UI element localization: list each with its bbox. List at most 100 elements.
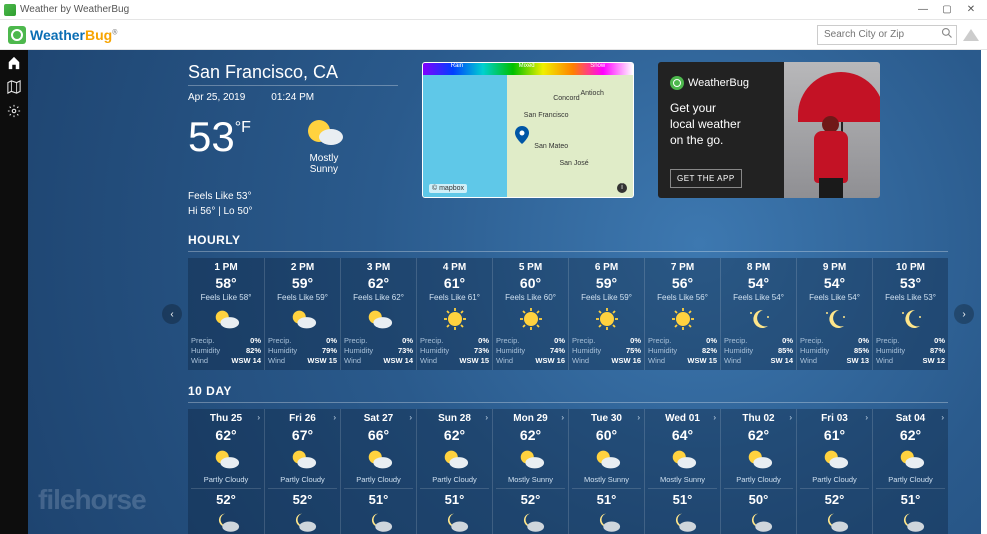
hourly-condition-icon — [724, 306, 793, 332]
hourly-condition-icon — [191, 306, 261, 332]
tenday-day-icon — [420, 446, 489, 472]
tenday-cell[interactable]: ›Thu 0262°Partly Cloudy50° — [720, 409, 796, 534]
top-row: San Francisco, CA Apr 25, 2019 01:24 PM … — [188, 50, 987, 219]
sidebar-item-home[interactable] — [7, 56, 21, 70]
hourly-cell[interactable]: 6 PM59°Feels Like 59°Precip.0%Humidity75… — [568, 258, 644, 370]
tenday-day-icon — [800, 446, 869, 472]
tenday-condition: Partly Cloudy — [191, 475, 261, 489]
chevron-right-icon: › — [637, 413, 640, 422]
hourly-prev-button[interactable]: ‹ — [162, 304, 182, 324]
tenday-cell[interactable]: ›Sat 0462°Partly Cloudy51° — [872, 409, 948, 534]
tenday-cell[interactable]: ›Sat 2766°Partly Cloudy51° — [340, 409, 416, 534]
app-icon — [4, 4, 16, 16]
tenday-cell[interactable]: ›Tue 3060°Mostly Sunny51° — [568, 409, 644, 534]
tenday-night-icon — [344, 509, 413, 534]
hourly-humidity: 73% — [474, 346, 489, 356]
tenday-night-icon — [648, 509, 717, 534]
hourly-feels-like: Feels Like 59° — [572, 293, 641, 302]
label-precip: Precip. — [876, 336, 899, 346]
tenday-low: 52° — [191, 492, 261, 507]
tenday-high: 67° — [268, 427, 337, 443]
tenday-condition: Mostly Sunny — [496, 475, 565, 489]
tenday-low: 51° — [420, 492, 489, 507]
hourly-cell[interactable]: 5 PM60°Feels Like 60°Precip.0%Humidity74… — [492, 258, 568, 370]
hourly-cell[interactable]: 4 PM61°Feels Like 61°Precip.0%Humidity73… — [416, 258, 492, 370]
hourly-wind: WSW 16 — [611, 356, 641, 366]
hourly-feels-like: Feels Like 61° — [420, 293, 489, 302]
hourly-temp: 54° — [724, 275, 793, 291]
tenday-day: Tue 30 — [572, 413, 641, 424]
tenday-cell[interactable]: ›Mon 2962°Mostly Sunny52° — [492, 409, 568, 534]
search-input[interactable] — [817, 25, 957, 45]
promo-text: Get your local weather on the go. — [670, 100, 776, 169]
promo-ad[interactable]: WeatherBug Get your local weather on the… — [658, 62, 880, 198]
tenday-night-icon — [876, 509, 945, 534]
hourly-humidity: 79% — [322, 346, 337, 356]
label-wind: Wind — [572, 356, 589, 366]
tenday-condition: Partly Cloudy — [800, 475, 869, 489]
hourly-wind: WSW 16 — [535, 356, 565, 366]
sidebar — [0, 50, 28, 534]
tenday-condition: Partly Cloudy — [268, 475, 337, 489]
tenday-cell[interactable]: ›Fri 2667°Partly Cloudy52° — [264, 409, 340, 534]
sidebar-item-settings[interactable] — [7, 104, 21, 118]
tenday-low: 51° — [572, 492, 641, 507]
label-wind: Wind — [496, 356, 513, 366]
hourly-cell[interactable]: 2 PM59°Feels Like 59°Precip.0%Humidity79… — [264, 258, 340, 370]
label-humidity: Humidity — [648, 346, 677, 356]
tenday-day: Wed 01 — [648, 413, 717, 424]
search-icon[interactable] — [941, 27, 953, 39]
map-city-label: San José — [560, 160, 589, 167]
hourly-temp: 59° — [268, 275, 337, 291]
hourly-feels-like: Feels Like 54° — [800, 293, 869, 302]
chevron-right-icon: › — [485, 413, 488, 422]
hourly-cell[interactable]: 7 PM56°Feels Like 56°Precip.0%Humidity82… — [644, 258, 720, 370]
tenday-condition: Mostly Sunny — [572, 475, 641, 489]
tenday-cell[interactable]: ›Thu 2562°Partly Cloudy52° — [188, 409, 264, 534]
hourly-cell[interactable]: 3 PM62°Feels Like 62°Precip.0%Humidity73… — [340, 258, 416, 370]
map-info-icon[interactable]: i — [617, 183, 627, 193]
label-humidity: Humidity — [420, 346, 449, 356]
window-maximize-button[interactable]: ▢ — [935, 4, 959, 15]
window-minimize-button[interactable]: — — [911, 4, 935, 15]
label-wind: Wind — [724, 356, 741, 366]
tenday-day: Fri 26 — [268, 413, 337, 424]
sidebar-item-map[interactable] — [7, 80, 21, 94]
hourly-humidity: 85% — [778, 346, 793, 356]
hourly-precip: 0% — [782, 336, 793, 346]
tenday-condition: Partly Cloudy — [344, 475, 413, 489]
tenday-condition: Partly Cloudy — [420, 475, 489, 489]
tenday-high: 62° — [191, 427, 261, 443]
location-name: San Francisco, CA — [188, 62, 398, 83]
hourly-wind: WSW 15 — [459, 356, 489, 366]
hourly-temp: 59° — [572, 275, 641, 291]
label-humidity: Humidity — [800, 346, 829, 356]
window-close-button[interactable]: ✕ — [959, 4, 983, 15]
hourly-cell[interactable]: 1 PM58°Feels Like 58°Precip.0%Humidity82… — [188, 258, 264, 370]
radar-map-thumbnail[interactable]: Rain Mixed Snow San Francisco San Mateo … — [422, 62, 634, 198]
hourly-cell[interactable]: 9 PM54°Feels Like 54°Precip.0%Humidity85… — [796, 258, 872, 370]
chevron-right-icon: › — [333, 413, 336, 422]
collapse-triangle-icon[interactable] — [963, 29, 979, 41]
label-humidity: Humidity — [876, 346, 905, 356]
hourly-precip: 0% — [706, 336, 717, 346]
promo-cta-button[interactable]: GET THE APP — [670, 169, 742, 188]
tenday-cell[interactable]: ›Fri 0361°Partly Cloudy52° — [796, 409, 872, 534]
tenday-cell[interactable]: ›Wed 0164°Mostly Sunny51° — [644, 409, 720, 534]
tenday-night-icon — [800, 509, 869, 534]
hourly-precip: 0% — [478, 336, 489, 346]
tenday-night-icon — [496, 509, 565, 534]
tenday-day: Sat 04 — [876, 413, 945, 424]
hourly-cell[interactable]: 8 PM54°Feels Like 54°Precip.0%Humidity85… — [720, 258, 796, 370]
hourly-cell[interactable]: 10 PM53°Feels Like 53°Precip.0%Humidity8… — [872, 258, 948, 370]
tenday-cell[interactable]: ›Sun 2862°Partly Cloudy51° — [416, 409, 492, 534]
watermark: filehorse — [38, 484, 146, 516]
hourly-condition-icon — [268, 306, 337, 332]
tenday-night-icon — [268, 509, 337, 534]
legend-rain: Rain — [451, 63, 463, 69]
section-title-hourly: HOURLY — [188, 233, 987, 247]
tenday-day-icon — [268, 446, 337, 472]
brand-part2: Bug — [85, 27, 112, 43]
hourly-next-button[interactable]: › — [954, 304, 974, 324]
brand-part1: Weather — [30, 27, 85, 43]
